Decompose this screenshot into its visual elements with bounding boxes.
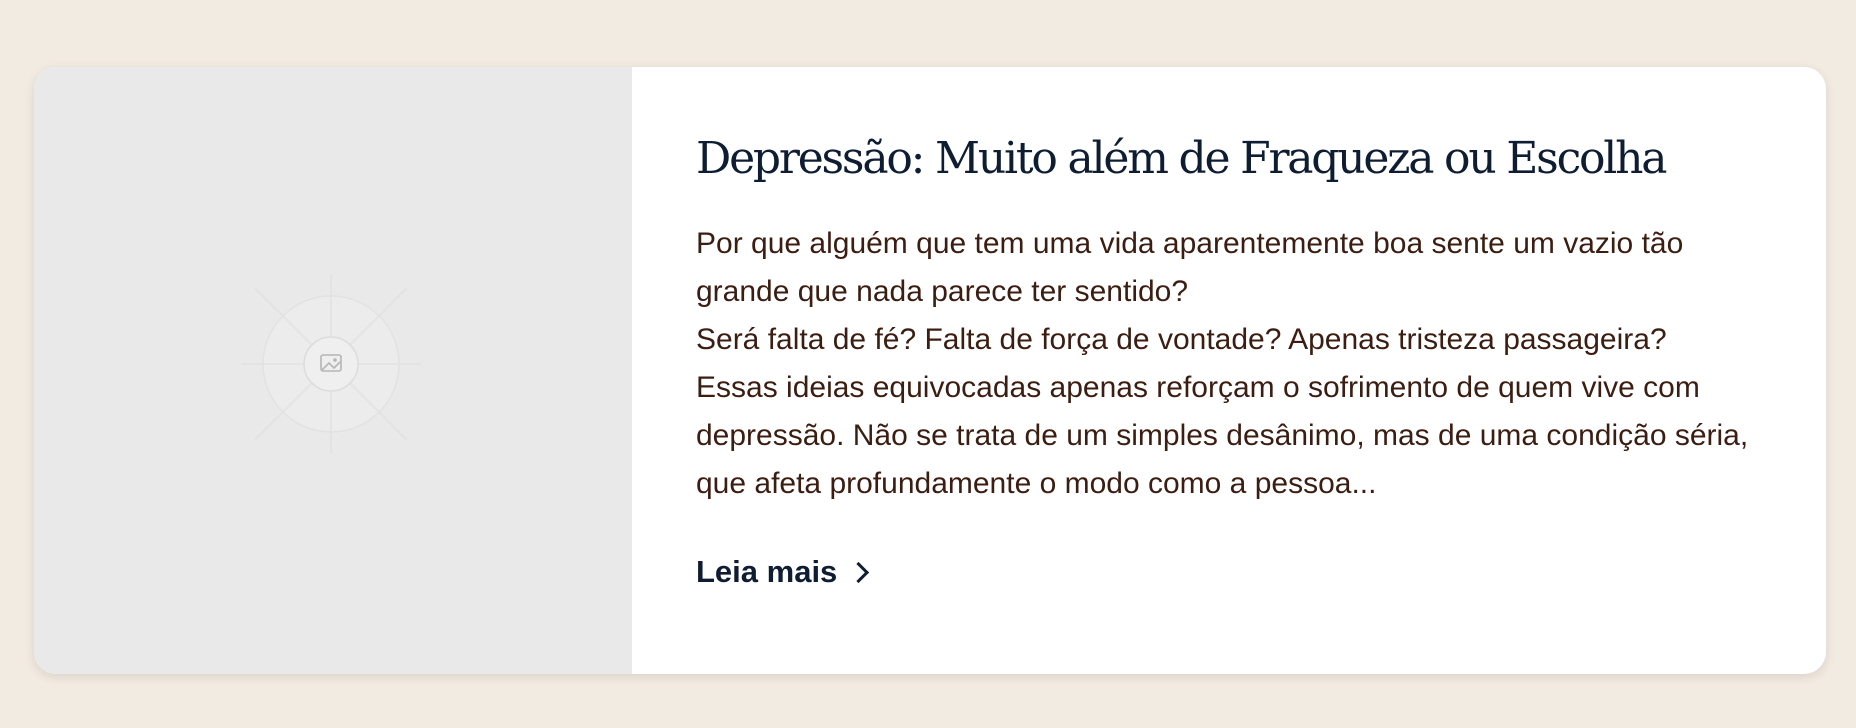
excerpt-paragraph: Será falta de fé? Falta de força de vont…: [696, 322, 1667, 356]
blog-post-card: Depressão: Muito além de Fraqueza ou Esc…: [34, 67, 1826, 674]
post-content: Depressão: Muito além de Fraqueza ou Esc…: [632, 67, 1826, 674]
read-more-label: Leia mais: [696, 553, 838, 589]
post-title[interactable]: Depressão: Muito além de Fraqueza ou Esc…: [696, 133, 1760, 186]
read-more-link[interactable]: Leia mais: [696, 553, 870, 590]
post-image-placeholder: [34, 67, 632, 674]
image-placeholder-icon: [241, 274, 421, 454]
excerpt-paragraph: Por que alguém que tem uma vida aparente…: [696, 226, 1684, 308]
post-excerpt: Por que alguém que tem uma vida aparente…: [696, 220, 1760, 508]
excerpt-paragraph: Essas ideias equivocadas apenas reforçam…: [696, 370, 1749, 500]
chevron-right-icon: [848, 562, 870, 584]
